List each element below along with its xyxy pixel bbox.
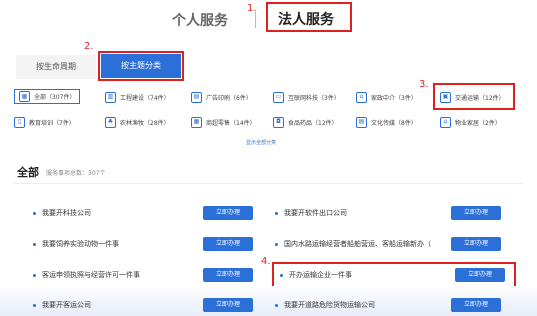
category-transport[interactable]: ▣ 交通运输（12件）	[440, 89, 505, 105]
apply-now-button[interactable]: 立即办理	[203, 206, 253, 220]
category-label: 农林渔牧（28件）	[120, 119, 170, 127]
category-label: 教育培训（7件）	[29, 119, 75, 127]
apply-now-button[interactable]: 立即办理	[203, 298, 253, 312]
tab-divider	[255, 12, 256, 28]
list-item-label: 国内水路运输经营者船舶营运、客船运输新办（	[284, 240, 431, 248]
bus-icon: ▣	[440, 91, 451, 103]
list-item-label: 我要开客运公司	[42, 301, 91, 309]
category-label: 交通运输（12件）	[455, 94, 505, 102]
category-all[interactable]: ▦ 全部（307件）	[14, 89, 81, 104]
category-label: 文化传媒（8件）	[371, 119, 417, 127]
category-advertising[interactable]: ▤ 广告印刷（6件）	[191, 89, 252, 105]
step-2-label: 2.	[84, 41, 94, 52]
section-divider	[14, 183, 523, 184]
list-item[interactable]: 国内水路运输经营者船舶营运、客船运输新办（	[275, 236, 431, 252]
bullet-icon	[33, 273, 36, 277]
apply-now-button[interactable]: 立即办理	[455, 268, 505, 282]
tab-legal-services[interactable]: 法人服务	[278, 9, 334, 29]
apply-now-button[interactable]: 立即办理	[451, 206, 501, 220]
list-item[interactable]: 客运申领执照与经营许可一件事	[33, 267, 140, 283]
tab-by-theme[interactable]: 按主题分类	[101, 54, 181, 78]
category-education[interactable]: ▯ 教育培训（7件）	[14, 114, 75, 130]
section-title: 全部	[17, 166, 39, 179]
bullet-icon	[33, 242, 36, 246]
category-label: 家政中介（3件）	[371, 94, 417, 102]
list-item-label: 开办运输企业一件事	[289, 271, 352, 279]
category-label: 互联网科技（3件）	[288, 94, 340, 102]
grid-icon: ▦	[19, 91, 30, 102]
media-icon: ▤	[356, 116, 367, 128]
category-housekeeping[interactable]: ⌂ 家政中介（3件）	[356, 89, 417, 105]
step-3-label: 3.	[419, 79, 429, 90]
list-item[interactable]: 我要开道路危险货物运输公司	[275, 297, 375, 313]
apply-now-button[interactable]: 立即办理	[451, 298, 501, 312]
list-item[interactable]: 我要饲养实验动物一件事	[33, 236, 119, 252]
list-item-label: 我要开软件出口公司	[284, 209, 347, 217]
section-subtitle: 服务事项总数：307个	[46, 170, 106, 177]
category-property[interactable]: ⌂ 物业家居（2件）	[440, 114, 501, 130]
apply-now-button[interactable]: 立即办理	[451, 237, 501, 251]
list-item[interactable]: 我要开科技公司	[33, 205, 91, 221]
book-icon: ▯	[14, 116, 25, 128]
apply-now-button[interactable]: 立即办理	[203, 237, 253, 251]
tab-by-lifecycle[interactable]: 按生命周期	[16, 55, 96, 79]
category-internet-tech[interactable]: ▭ 互联网科技（3件）	[273, 89, 340, 105]
category-agriculture[interactable]: ♣ 农林渔牧（28件）	[105, 114, 170, 130]
category-label: 广告印刷（6件）	[206, 94, 252, 102]
home-icon: ⌂	[356, 91, 367, 103]
bullet-icon	[33, 211, 36, 215]
category-culture-media[interactable]: ▤ 文化传媒（8件）	[356, 114, 417, 130]
cart-icon: ▦	[191, 116, 202, 128]
bullet-icon	[275, 211, 278, 215]
category-retail[interactable]: ▦ 商超零售（14件）	[191, 114, 256, 130]
bullet-icon	[33, 303, 36, 307]
step-4-label: 4.	[261, 256, 271, 267]
category-label: 工程建设（74件）	[120, 94, 170, 102]
print-icon: ▤	[191, 91, 202, 103]
bullet-icon	[275, 242, 278, 246]
list-item[interactable]: 我要开客运公司	[33, 297, 91, 313]
category-food-drug[interactable]: ◘ 食品药品（12件）	[273, 114, 338, 130]
building-icon: ▥	[105, 91, 116, 103]
show-all-categories-link[interactable]: 显示全部分类	[246, 139, 276, 146]
category-label: 物业家居（2件）	[455, 119, 501, 127]
category-label: 全部（307件）	[34, 94, 76, 101]
category-construction[interactable]: ▥ 工程建设（74件）	[105, 89, 170, 105]
category-label: 食品药品（12件）	[288, 119, 338, 127]
list-item[interactable]: 开办运输企业一件事	[280, 267, 352, 283]
list-item[interactable]: 我要开软件出口公司	[275, 205, 347, 221]
list-item-label: 我要开科技公司	[42, 209, 91, 217]
list-item-label: 客运申领执照与经营许可一件事	[42, 271, 140, 279]
apply-now-button[interactable]: 立即办理	[203, 268, 253, 282]
list-item-label: 我要开道路危险货物运输公司	[284, 301, 375, 309]
bullet-icon	[275, 303, 278, 307]
house-icon: ⌂	[440, 116, 451, 128]
tab-personal-services[interactable]: 个人服务	[172, 10, 228, 30]
monitor-icon: ▭	[273, 91, 284, 103]
list-item-label: 我要饲养实验动物一件事	[42, 240, 119, 248]
bullet-icon	[280, 273, 283, 277]
pill-icon: ◘	[273, 116, 284, 128]
leaf-icon: ♣	[105, 116, 116, 128]
category-label: 商超零售（14件）	[206, 119, 256, 127]
